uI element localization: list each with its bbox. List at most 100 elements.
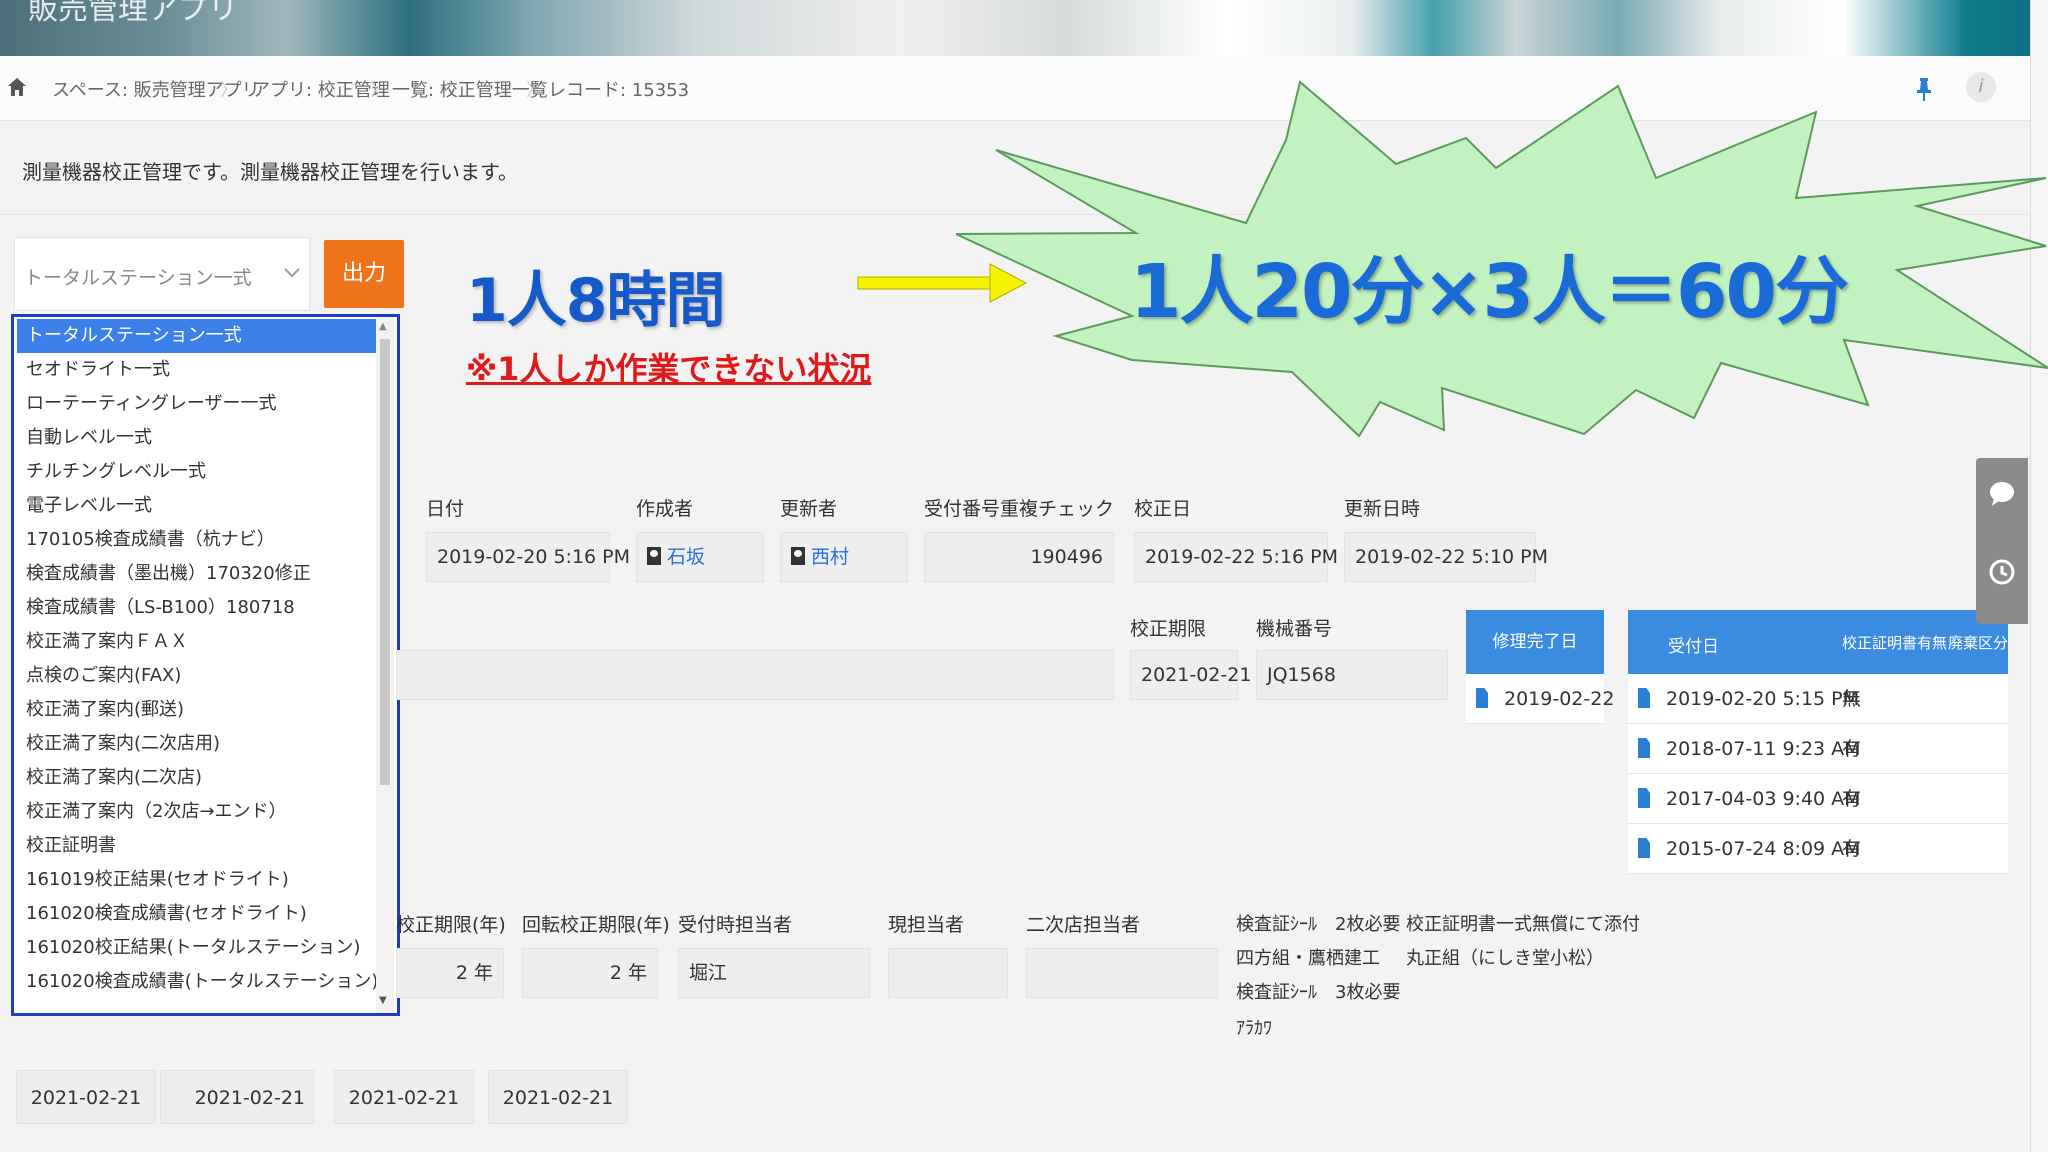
calibration-period-value: 2 年	[396, 948, 504, 998]
calibration-date-value: 2019-02-22 5:16 PM	[1134, 532, 1338, 582]
creator-value: 石坂	[636, 532, 764, 582]
list-item[interactable]: ローテーティングレーザー一式	[26, 387, 277, 421]
list-item[interactable]: 161020検査成績書(セオドライト)	[26, 897, 307, 931]
note-line: 四方組・鷹栖建工	[1236, 948, 1380, 969]
date-field: 2021-02-21	[488, 1070, 628, 1124]
document-icon[interactable]	[1638, 738, 1650, 758]
note-line: 検査証ｼｰﾙ 3枚必要	[1236, 982, 1401, 1003]
annotation-note: ※1人しか作業できない状況	[466, 350, 872, 388]
receipt-date: 2015-07-24 8:09 AM	[1666, 838, 1861, 860]
scroll-down-icon[interactable]: ▼	[379, 995, 387, 1006]
list-item[interactable]: 自動レベル一式	[26, 421, 152, 455]
receipt-date-header: 受付日	[1668, 637, 1719, 657]
field-staff-label: 現担当者	[888, 914, 965, 936]
rotation-period-label: 回転校正期限(年)	[522, 914, 670, 936]
dealer-staff-label: 二次店担当者	[1026, 914, 1141, 936]
print-template-list[interactable]: トータルステーション一式 セオドライト一式 ローテーティングレーザー一式 自動レ…	[11, 314, 400, 1016]
calibration-period-label: 校正期限(年)	[396, 914, 506, 936]
machine-number-value: JQ1568	[1256, 650, 1448, 700]
updated-at-value: 2019-02-22 5:10 PM	[1344, 532, 1548, 582]
list-item[interactable]: 検査成績書（LS-B100）180718	[26, 591, 295, 625]
updater-label: 更新者	[780, 498, 838, 520]
table-row: 2017-04-03 9:40 AM 有	[1628, 774, 2008, 824]
annotation-before: 1人8時間	[466, 266, 725, 336]
receipt-table-header: 受付日 校正証明書有無 廃棄区分	[1628, 610, 2008, 674]
repair-date-header: 修理完了日	[1466, 610, 1604, 674]
chevron-down-icon	[284, 268, 300, 278]
side-panel-tab[interactable]	[1976, 458, 2028, 624]
note-line: 検査証ｼｰﾙ 2枚必要	[1236, 914, 1401, 935]
home-icon[interactable]	[6, 76, 28, 98]
calibration-deadline-value: 2021-02-21	[1130, 650, 1251, 700]
calibration-date-label: 校正日	[1134, 498, 1192, 520]
updated-at-label: 更新日時	[1344, 498, 1421, 520]
list-item[interactable]: 校正満了案内(二次店)	[26, 761, 202, 795]
certificate-flag: 無	[1842, 688, 1862, 710]
date-label: 日付	[426, 498, 465, 520]
table-row: 2015-07-24 8:09 AM 有	[1628, 824, 2008, 874]
certificate-flag: 有	[1842, 788, 1862, 810]
updater-link[interactable]: 西村	[811, 546, 849, 568]
dup-check-value: 190496	[924, 532, 1114, 582]
user-icon	[791, 547, 805, 565]
list-item[interactable]: トータルステーション一式	[17, 319, 379, 353]
list-item[interactable]: 161020校正結果(トータルステーション)	[26, 931, 360, 965]
list-item[interactable]: 161019校正結果(セオドライト)	[26, 863, 289, 897]
list-item[interactable]: 161020検査成績書(トータルステーション)	[26, 965, 378, 999]
list-item[interactable]: 電子レベル一式	[26, 489, 152, 523]
list-item[interactable]: セオドライト一式	[26, 353, 170, 387]
breadcrumb-separator: 〉	[526, 80, 544, 101]
note-line: ｱﾗｶﾜ	[1236, 1018, 1272, 1039]
document-icon[interactable]	[1476, 688, 1488, 708]
certificate-header: 校正証明書有無	[1842, 634, 1948, 652]
creator-link[interactable]: 石坂	[667, 546, 705, 568]
dup-check-label: 受付番号重複チェック	[924, 498, 1115, 520]
certificate-flag: 有	[1842, 738, 1862, 760]
table-row: 2019-02-22	[1466, 674, 1614, 724]
list-item[interactable]: 校正満了案内(二次店用)	[26, 727, 220, 761]
list-item[interactable]: 校正満了案内ＦＡＸ	[26, 625, 188, 659]
table-row: 2018-07-11 9:23 AM 有	[1628, 724, 2008, 774]
note-line: 丸正組（にしき堂小松）	[1406, 948, 1604, 969]
breadcrumb-view[interactable]: 一覧: 校正管理一覧	[392, 76, 548, 102]
note-line: 校正証明書一式無償にて添付	[1406, 914, 1640, 935]
machine-number-label: 機械番号	[1256, 618, 1333, 640]
date-value: 2019-02-20 5:16 PM	[426, 532, 630, 582]
date-field: 2021-02-21	[160, 1070, 314, 1124]
receipt-date: 2019-02-20 5:15 PM	[1666, 688, 1860, 710]
updater-value: 西村	[780, 532, 908, 582]
annotation-after: 1人20分×3人＝60分	[1130, 249, 1849, 335]
breadcrumb-separator: 〉	[220, 80, 238, 101]
certificate-flag: 有	[1842, 838, 1862, 860]
dealer-staff-value	[1026, 948, 1218, 998]
field-staff-value	[888, 948, 1008, 998]
rotation-period-value: 2 年	[522, 948, 658, 998]
app-description: 測量機器校正管理です。測量機器校正管理を行います。	[22, 160, 518, 184]
app-header-banner	[0, 0, 2048, 56]
list-item[interactable]: 校正満了案内（2次店→エンド）	[26, 795, 287, 829]
receipt-date: 2018-07-11 9:23 AM	[1666, 738, 1861, 760]
document-icon[interactable]	[1638, 788, 1650, 808]
list-item[interactable]: 170105検査成績書（杭ナビ）	[26, 523, 275, 557]
user-icon	[647, 547, 661, 565]
text-field	[396, 650, 1114, 700]
document-icon[interactable]	[1638, 688, 1650, 708]
repair-date: 2019-02-22	[1504, 688, 1615, 710]
history-icon[interactable]	[1988, 558, 2016, 586]
scroll-up-icon[interactable]: ▲	[379, 321, 387, 332]
list-item[interactable]: 検査成績書（墨出機）170320修正	[26, 557, 311, 591]
date-field: 2021-02-21	[334, 1070, 474, 1124]
output-button[interactable]: 出力	[324, 240, 404, 308]
comment-icon[interactable]	[1988, 480, 2016, 508]
receipt-date: 2017-04-03 9:40 AM	[1666, 788, 1861, 810]
list-item[interactable]: 校正証明書	[26, 829, 116, 863]
list-item[interactable]: 点検のご案内(FAX)	[26, 659, 181, 693]
list-item[interactable]: 校正満了案内(郵送)	[26, 693, 184, 727]
view-select-value: トータルステーション一式	[24, 267, 252, 289]
document-icon[interactable]	[1638, 838, 1650, 858]
table-row: 2019-02-20 5:15 PM 無	[1628, 674, 2008, 724]
breadcrumb-separator: 〉	[370, 80, 388, 101]
creator-label: 作成者	[636, 498, 694, 520]
list-item[interactable]: チルチングレベル一式	[26, 455, 206, 489]
list-scroll-thumb[interactable]	[380, 339, 390, 785]
